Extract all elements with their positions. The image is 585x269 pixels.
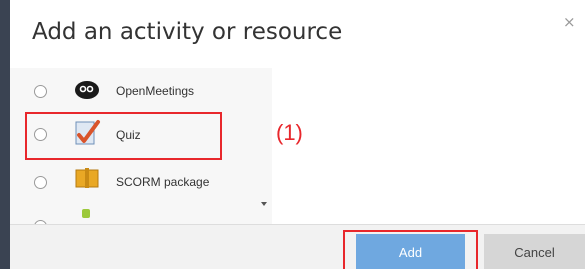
list-item-scorm-package[interactable]: SCORM package xyxy=(10,160,272,204)
radio-scorm-package[interactable] xyxy=(34,176,47,189)
list-item-partial[interactable] xyxy=(10,204,272,224)
dialog-footer: Add Cancel xyxy=(10,224,585,269)
scorm-package-icon xyxy=(75,168,99,188)
close-icon[interactable]: × xyxy=(563,13,576,31)
radio-openmeetings[interactable] xyxy=(34,85,47,98)
list-item-openmeetings[interactable]: OpenMeetings xyxy=(10,68,272,112)
quiz-callout-label: (1) xyxy=(276,120,303,145)
option-label: OpenMeetings xyxy=(116,84,195,98)
quiz-highlight-box xyxy=(25,112,222,160)
add-button-highlight-box xyxy=(343,230,478,269)
scroll-down-arrow[interactable] xyxy=(261,202,267,206)
option-label: SCORM package xyxy=(116,175,210,189)
cancel-button[interactable]: Cancel xyxy=(484,234,585,269)
openmeetings-icon xyxy=(75,81,99,99)
dialog-title: Add an activity or resource xyxy=(32,19,343,45)
add-activity-dialog: Add an activity or resource × OpenMeetin… xyxy=(10,0,585,269)
partial-activity-icon xyxy=(82,209,90,218)
